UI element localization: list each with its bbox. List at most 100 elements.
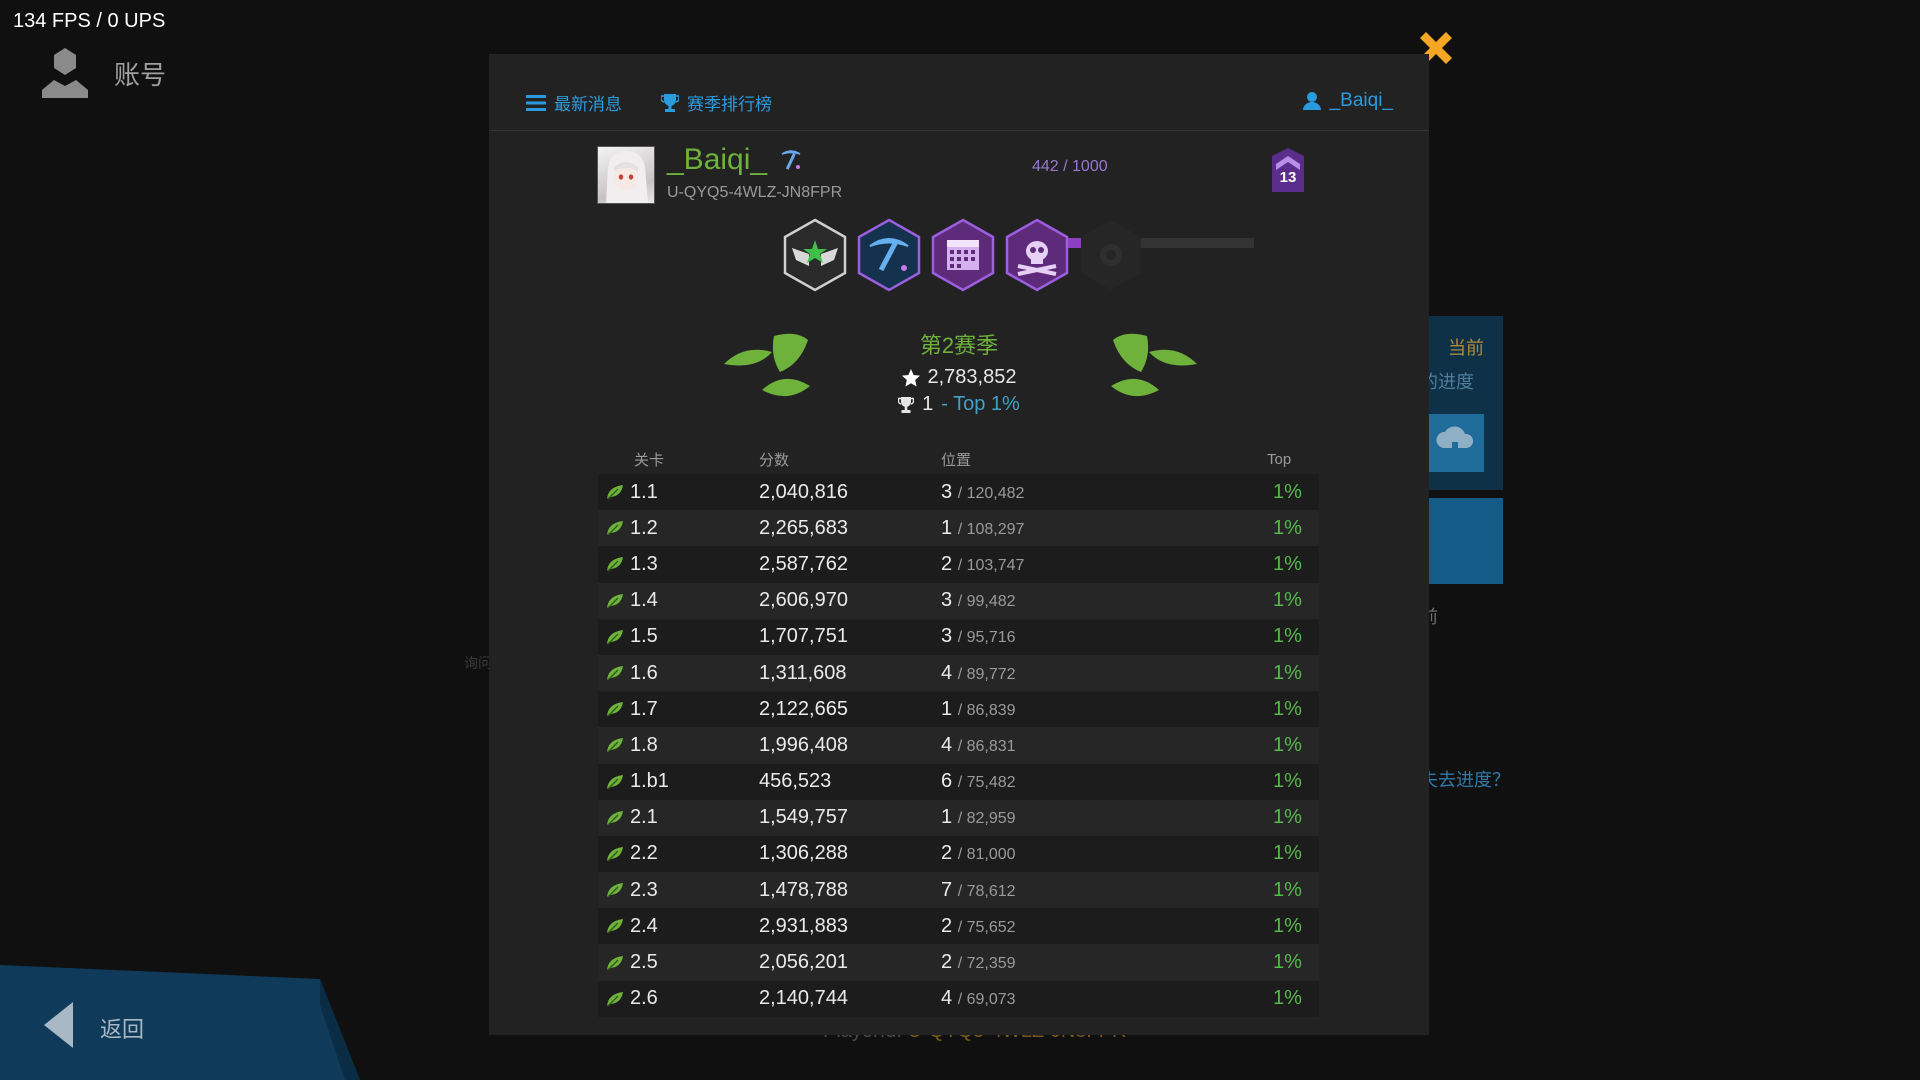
- table-row[interactable]: 2.2 1,306,288 2 / 81,000 1%: [598, 835, 1319, 873]
- list-icon: [526, 94, 546, 111]
- leaf-icon: [607, 702, 623, 717]
- leaf-icon: [607, 846, 623, 862]
- table-row[interactable]: 1.7 2,122,665 1 / 86,839 1%: [598, 691, 1319, 728]
- top-percent-cell: 1%: [1273, 552, 1302, 575]
- table-row[interactable]: 1.b1 456,523 6 / 75,482 1%: [598, 763, 1319, 800]
- account-button[interactable]: 账号: [38, 46, 166, 100]
- table-row[interactable]: 1.3 2,587,762 2 / 103,747 1%: [598, 546, 1319, 583]
- level-cell: 2.3: [598, 879, 759, 902]
- score-cell: 1,478,788: [759, 878, 848, 901]
- table-row[interactable]: 1.2 2,265,683 1 / 108,297 1%: [598, 510, 1319, 547]
- leaf-icon: [607, 593, 623, 609]
- season-score-value: 2,783,852: [927, 366, 1017, 388]
- level-name: 1.1: [630, 480, 658, 503]
- position-rank: 4: [941, 733, 953, 756]
- table-row[interactable]: 2.1 1,549,757 1 / 82,959 1%: [598, 799, 1319, 836]
- level-cell: 1.4: [598, 589, 759, 612]
- top-percent-cell: 1%: [1273, 951, 1302, 974]
- level-name: 1.3: [630, 552, 658, 575]
- wings-star-badge-icon[interactable]: [782, 218, 848, 292]
- player-id: U-QYQ5-4WLZ-JN8FPR: [667, 184, 843, 201]
- top-percent-cell: 1%: [1273, 516, 1302, 539]
- position-cell: 2 / 103,747: [941, 553, 1221, 576]
- season-title: 第2赛季: [919, 333, 999, 358]
- header-top: Top: [1267, 450, 1292, 468]
- avatar[interactable]: [597, 146, 655, 204]
- bg-blue-button[interactable]: [1425, 498, 1503, 584]
- level-cell: 1.2: [598, 517, 759, 540]
- leaf-icon: [607, 521, 623, 536]
- leaf-icon: [607, 919, 623, 934]
- skull-badge-icon[interactable]: [1004, 218, 1070, 292]
- level-name: 1.7: [630, 697, 658, 720]
- position-cell: 2 / 72,359: [941, 951, 1221, 974]
- score-cell: 2,140,744: [759, 987, 848, 1010]
- level-name: 2.1: [630, 806, 658, 829]
- top-percent-cell: 1%: [1273, 914, 1302, 937]
- level-cell: 1.b1: [598, 770, 759, 793]
- position-total: / 86,839: [957, 701, 1016, 719]
- position-rank: 3: [941, 589, 953, 612]
- position-cell: 1 / 82,959: [941, 806, 1221, 829]
- player-name-row: _Baiqi_: [667, 143, 803, 177]
- table-row[interactable]: 2.6 2,140,744 4 / 69,073 1%: [598, 980, 1319, 1017]
- level-badge: 13: [1272, 148, 1304, 192]
- pickaxe-badge-icon[interactable]: [856, 218, 922, 292]
- table-row[interactable]: 1.1 2,040,816 3 / 120,482 1%: [598, 474, 1319, 511]
- tab-user[interactable]: _Baiqi_: [1302, 90, 1393, 112]
- score-cell: 2,931,883: [759, 914, 848, 937]
- leaderboard-modal: 最新消息 赛季排行榜 _Baiqi_ _Baiqi_ U-QYQ5-4WLZ-J…: [489, 54, 1429, 1035]
- score-cell: 456,523: [759, 770, 832, 793]
- position-cell: 1 / 108,297: [941, 517, 1221, 540]
- xp-text: 442 / 1000: [1032, 158, 1108, 175]
- position-total: / 78,612: [957, 882, 1016, 900]
- calendar-badge-icon[interactable]: [930, 218, 996, 292]
- position-rank: 6: [941, 770, 953, 793]
- lost-progress-link[interactable]: 失去进度？: [1420, 766, 1510, 792]
- table-row[interactable]: 1.4 2,606,970 3 / 99,482 1%: [598, 582, 1319, 619]
- position-cell: 4 / 86,831: [941, 734, 1221, 757]
- score-cell: 2,587,762: [759, 552, 848, 575]
- pickaxe-icon: [781, 150, 801, 170]
- bg-current-label: 当前: [1448, 338, 1484, 358]
- trophy-small-icon: [898, 396, 915, 413]
- tab-season-leaderboard[interactable]: 赛季排行榜: [661, 90, 772, 115]
- table-row[interactable]: 1.5 1,707,751 3 / 95,716 1%: [598, 618, 1319, 655]
- level-cell: 1.7: [598, 698, 759, 721]
- position-rank: 1: [941, 806, 953, 829]
- position-cell: 1 / 86,839: [941, 698, 1221, 721]
- position-total: / 75,482: [957, 774, 1016, 792]
- score-cell: 1,306,288: [759, 842, 848, 865]
- position-cell: 4 / 69,073: [941, 987, 1221, 1010]
- score-cell: 1,549,757: [759, 806, 848, 829]
- position-total: / 120,482: [957, 484, 1025, 502]
- top-percent-cell: 1%: [1273, 878, 1302, 901]
- position-cell: 4 / 89,772: [941, 662, 1221, 685]
- back-button[interactable]: [0, 965, 400, 1080]
- position-rank: 3: [941, 480, 953, 503]
- position-rank: 2: [941, 842, 953, 865]
- score-cell: 2,606,970: [759, 589, 848, 612]
- position-total: / 69,073: [957, 991, 1016, 1009]
- position-rank: 4: [941, 661, 953, 684]
- locked-gear-badge-icon[interactable]: [1078, 218, 1144, 292]
- leaf-icon: [607, 738, 623, 753]
- table-row[interactable]: 2.4 2,931,883 2 / 75,652 1%: [598, 908, 1319, 945]
- table-row[interactable]: 1.6 1,311,608 4 / 89,772 1%: [598, 654, 1319, 692]
- tab-news[interactable]: 最新消息: [526, 90, 622, 115]
- level-cell: 2.6: [598, 987, 759, 1010]
- level-score-table: 关卡 分数 位置 Top 1.1 2,040,816 3 / 120,482 1% 1.…: [598, 444, 1319, 1017]
- leaf-icon: [607, 991, 623, 1007]
- position-total: / 95,716: [957, 629, 1016, 647]
- table-row[interactable]: 1.8 1,996,408 4 / 86,831 1%: [598, 727, 1319, 764]
- fps-counter: 134 FPS / 0 UPS: [13, 10, 166, 32]
- cloud-download-button[interactable]: [1426, 414, 1484, 472]
- tab-news-label: 最新消息: [554, 95, 622, 114]
- season-top-percent: - Top 1%: [941, 393, 1020, 415]
- level-number: 13: [1279, 169, 1297, 186]
- header-level: 关卡: [634, 451, 665, 469]
- table-row[interactable]: 2.3 1,478,788 7 / 78,612 1%: [598, 872, 1319, 909]
- position-total: / 99,482: [957, 593, 1016, 611]
- table-row[interactable]: 2.5 2,056,201 2 / 72,359 1%: [598, 944, 1319, 981]
- top-percent-cell: 1%: [1273, 625, 1302, 648]
